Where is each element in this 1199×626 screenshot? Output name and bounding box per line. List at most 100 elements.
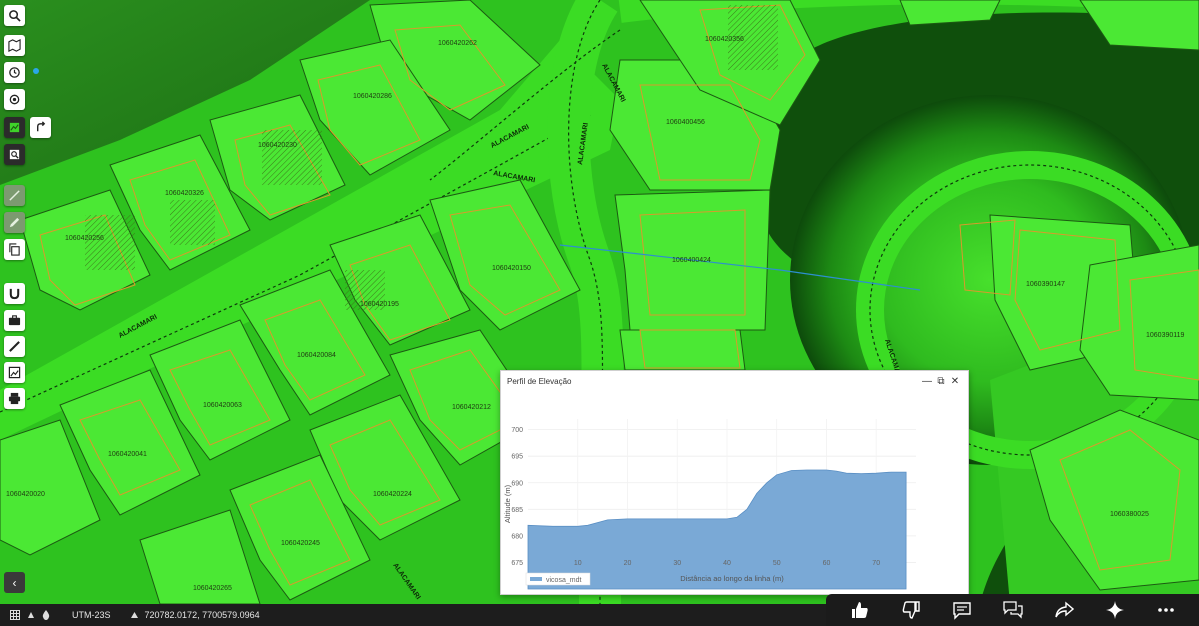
thumbs-down-icon xyxy=(902,601,920,619)
parcel-label: 1060420326 xyxy=(165,190,204,197)
image-button[interactable] xyxy=(4,362,25,383)
parcel-label: 1060390147 xyxy=(1026,281,1065,288)
panel-header: Perfil de Elevação — ⧉ ✕ xyxy=(501,371,968,391)
x-tick-label: 30 xyxy=(673,560,681,567)
parcel-label: 1060420356 xyxy=(705,36,744,43)
comment-button[interactable] xyxy=(949,597,975,623)
elevation-area xyxy=(527,469,907,590)
share-icon xyxy=(1054,601,1074,618)
restore-button[interactable]: ⧉ xyxy=(934,376,948,387)
briefcase-button[interactable] xyxy=(4,310,25,331)
map-button[interactable] xyxy=(4,35,25,56)
y-tick-label: 680 xyxy=(511,533,523,540)
y-tick-label: 695 xyxy=(511,454,523,461)
like-button[interactable] xyxy=(847,597,873,623)
print-button[interactable] xyxy=(4,388,25,409)
layers-icon xyxy=(9,122,20,133)
search-button[interactable] xyxy=(4,5,25,26)
briefcase-icon xyxy=(8,315,21,326)
x-tick-label: 70 xyxy=(872,560,880,567)
ruler-icon xyxy=(9,341,20,352)
ai-button[interactable] xyxy=(1102,597,1128,623)
parcel-label: 1060420224 xyxy=(373,491,412,498)
parcel-label: 1060420020 xyxy=(6,491,45,498)
projection-label[interactable]: UTM-23S xyxy=(72,610,111,620)
parcel-label: 1060400456 xyxy=(666,119,705,126)
pencil-icon xyxy=(9,217,20,228)
pencil-button[interactable] xyxy=(4,212,25,233)
parcel-label: 1060420245 xyxy=(281,540,320,547)
x-tick-label: 20 xyxy=(624,560,632,567)
search-icon xyxy=(9,10,21,22)
copy-icon xyxy=(9,243,20,256)
chevron-left-icon: ‹ xyxy=(12,575,17,590)
y-tick-label: 690 xyxy=(511,480,523,487)
y-tick-label: 675 xyxy=(511,560,523,567)
y-axis-title: Altitude (m) xyxy=(503,484,512,523)
ruler-button[interactable] xyxy=(4,336,25,357)
parcel-label: 1060420256 xyxy=(65,235,104,242)
layers-button[interactable] xyxy=(4,117,25,138)
parcel-label: 1060390119 xyxy=(1146,332,1185,339)
map-viewer: 1060420262 1060420286 1060420230 1060420… xyxy=(0,0,1199,626)
x-axis-title: Distância ao longo da linha (m) xyxy=(680,574,784,583)
parcel-label: 1060420212 xyxy=(452,404,491,411)
chart-legend: vicosa_mdt xyxy=(525,572,591,586)
legend-label: vicosa_mdt xyxy=(546,577,581,584)
share-button[interactable] xyxy=(1051,597,1077,623)
dislike-button[interactable] xyxy=(898,597,924,623)
drop-icon[interactable] xyxy=(42,610,50,620)
close-button[interactable]: ✕ xyxy=(948,376,962,387)
map-icon xyxy=(8,39,21,52)
parcel-label: 1060420195 xyxy=(360,301,399,308)
more-button[interactable] xyxy=(1153,597,1179,623)
parcel-label: 1060420286 xyxy=(353,93,392,100)
parcel-label: 1060420063 xyxy=(203,402,242,409)
y-axis: 675 680 685 690 695 700 xyxy=(511,427,523,567)
history-icon xyxy=(9,67,20,78)
image-icon xyxy=(8,366,21,379)
magnet-icon xyxy=(9,288,20,300)
x-tick-label: 10 xyxy=(574,560,582,567)
arrow-up-icon xyxy=(130,612,138,618)
rotate-button[interactable] xyxy=(30,117,51,138)
locate-icon xyxy=(9,94,20,105)
reaction-bar xyxy=(826,594,1199,626)
chat-button[interactable] xyxy=(1000,597,1026,623)
print-icon xyxy=(8,392,21,405)
comment-icon xyxy=(952,602,971,620)
parcel-label: 1060420084 xyxy=(297,352,336,359)
x-tick-label: 50 xyxy=(773,560,781,567)
zoom-button[interactable] xyxy=(4,144,25,165)
y-tick-label: 700 xyxy=(511,427,523,434)
elevation-chart: 675 680 685 690 695 700 10 20 30 40 50 60 70 Altitu… xyxy=(503,419,916,590)
legend-swatch xyxy=(530,577,542,581)
more-icon xyxy=(1157,608,1174,612)
mountain-icon[interactable] xyxy=(27,611,35,619)
copy-button[interactable] xyxy=(4,239,25,260)
parcel-label: 1060420230 xyxy=(258,142,297,149)
zoom-icon xyxy=(9,149,20,160)
collapse-panel-button[interactable]: ‹ xyxy=(4,572,25,593)
x-tick-label: 60 xyxy=(823,560,831,567)
x-tick-label: 40 xyxy=(723,560,731,567)
draw-line-icon xyxy=(9,190,20,201)
sparkle-icon xyxy=(1105,601,1124,619)
coordinate-readout: 720782.0172, 7700579.0964 xyxy=(144,610,260,620)
parcel-label: 1060420041 xyxy=(108,451,147,458)
thumbs-up-icon xyxy=(851,602,868,618)
parcel-label: 1060380025 xyxy=(1110,511,1149,518)
grid-icon[interactable] xyxy=(10,610,20,620)
rotate-icon xyxy=(37,121,46,132)
draw-line-button[interactable] xyxy=(4,185,25,206)
parcel-label: 1060400424 xyxy=(672,257,711,264)
magnet-button[interactable] xyxy=(4,283,25,304)
chat-icon xyxy=(1002,601,1023,619)
minimize-button[interactable]: — xyxy=(920,376,934,387)
elevation-profile-panel: Perfil de Elevação — ⧉ ✕ 675 680 685 690 695… xyxy=(500,370,969,595)
locate-button[interactable] xyxy=(4,89,25,110)
parcel-label: 1060420265 xyxy=(193,585,232,592)
history-button[interactable] xyxy=(4,62,25,83)
panel-title: Perfil de Elevação xyxy=(507,376,572,386)
y-tick-label: 685 xyxy=(511,507,523,514)
